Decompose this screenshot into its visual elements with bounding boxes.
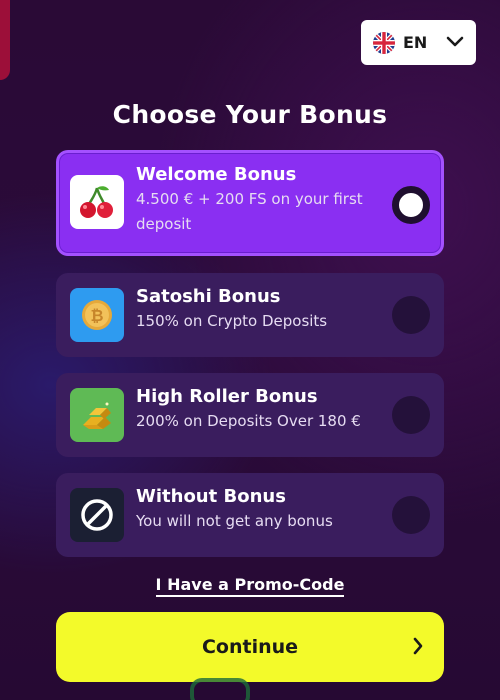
bottom-decoration bbox=[190, 678, 250, 700]
bonus-option-high-roller[interactable]: High Roller Bonus 200% on Deposits Over … bbox=[56, 373, 444, 457]
language-selector[interactable]: EN bbox=[361, 20, 476, 65]
bonus-list: Welcome Bonus 4.500 € + 200 FS on your f… bbox=[56, 150, 444, 557]
bonus-title: Welcome Bonus bbox=[136, 164, 297, 185]
chevron-down-icon bbox=[446, 33, 464, 52]
chevron-right-icon bbox=[412, 636, 424, 660]
cherries-icon bbox=[70, 175, 124, 229]
page-title: Choose Your Bonus bbox=[112, 100, 388, 129]
bonus-radio[interactable] bbox=[392, 296, 430, 334]
bonus-description: You will not get any bonus bbox=[136, 512, 333, 530]
bonus-radio[interactable] bbox=[392, 496, 430, 534]
bonus-title: Satoshi Bonus bbox=[136, 286, 281, 307]
bonus-description-line-1: 4.500 € + 200 FS on your first bbox=[136, 190, 363, 208]
bonus-option-without[interactable]: Without Bonus You will not get any bonus bbox=[56, 473, 444, 557]
promo-code-link-wrap: I Have a Promo-Code bbox=[0, 575, 500, 597]
bonus-description: 150% on Crypto Deposits bbox=[136, 312, 328, 330]
continue-label: Continue bbox=[201, 636, 299, 658]
bonus-option-satoshi[interactable]: ₿ Satoshi Bonus 150% on Crypto Deposits bbox=[56, 273, 444, 357]
bonus-description: 4.500 € + 200 FS on your first deposit bbox=[136, 187, 363, 237]
continue-button[interactable]: Continue bbox=[56, 612, 444, 682]
language-code: EN bbox=[403, 33, 428, 52]
promo-code-link[interactable]: I Have a Promo-Code bbox=[155, 575, 345, 597]
uk-flag-icon bbox=[373, 31, 395, 54]
corner-decoration bbox=[0, 0, 10, 80]
bitcoin-coin-icon: ₿ bbox=[70, 288, 124, 342]
bonus-option-welcome[interactable]: Welcome Bonus 4.500 € + 200 FS on your f… bbox=[56, 150, 444, 256]
bonus-title: High Roller Bonus bbox=[136, 386, 318, 407]
svg-text:₿: ₿ bbox=[90, 306, 103, 325]
gold-bars-icon bbox=[70, 388, 124, 442]
bonus-description: 200% on Deposits Over 180 € bbox=[136, 412, 361, 430]
bonus-title: Without Bonus bbox=[136, 486, 286, 507]
bonus-radio-selected[interactable] bbox=[392, 186, 430, 224]
no-entry-icon bbox=[70, 488, 124, 542]
bonus-radio[interactable] bbox=[392, 396, 430, 434]
bonus-description-line-2: deposit bbox=[136, 215, 192, 233]
